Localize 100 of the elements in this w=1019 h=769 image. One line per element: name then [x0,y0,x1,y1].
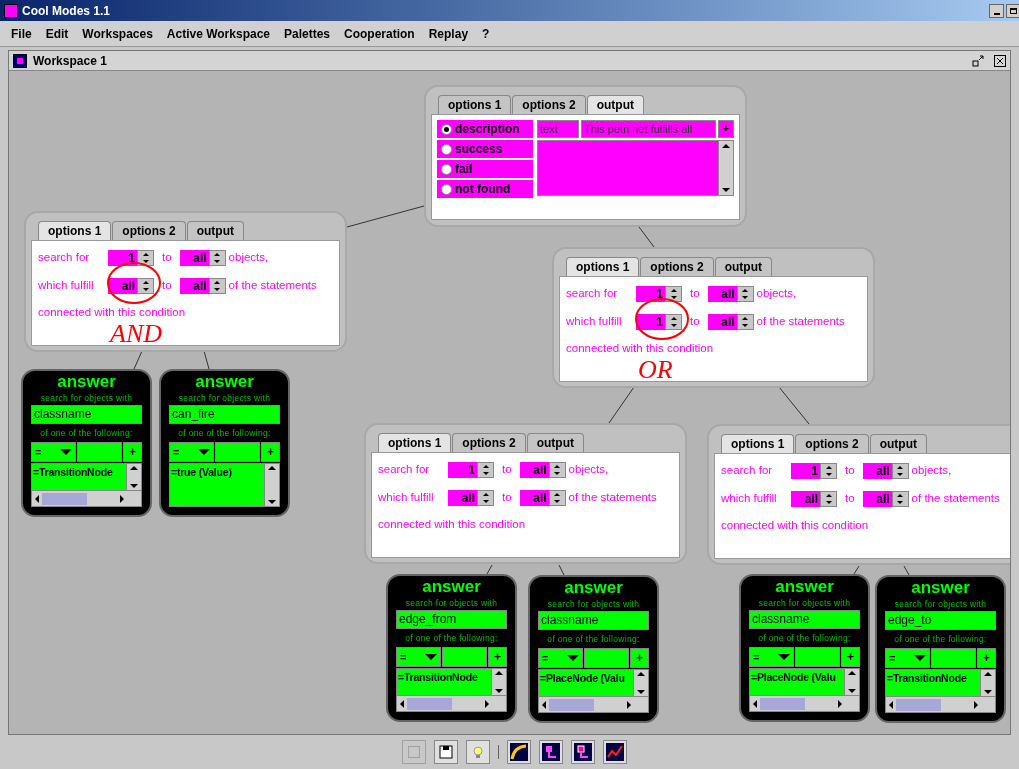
list-item[interactable]: =TransitionNode [886,670,980,687]
operator-dropdown[interactable]: = [169,442,214,462]
number-field[interactable]: 1 [108,250,137,266]
add-button[interactable]: + [123,442,142,462]
menu-item[interactable]: Palettes [284,24,331,43]
tab[interactable]: output [526,433,584,452]
tab[interactable]: options 1 [566,257,640,276]
graph-icon[interactable] [603,740,627,764]
menu-item[interactable]: ? [482,24,490,43]
number-field[interactable]: all [179,250,209,266]
operator-dropdown[interactable]: = [538,648,583,668]
vertical-scrollbar[interactable] [264,464,279,506]
radio-option[interactable]: not found [437,180,533,198]
vertical-scrollbar[interactable] [491,669,506,695]
type-field[interactable]: text [537,120,579,138]
operator-dropdown[interactable]: = [396,647,441,667]
number-field[interactable]: 1 [636,286,665,302]
tab[interactable]: options 2 [452,433,526,452]
number-field[interactable]: all [448,490,477,506]
menu-item[interactable]: Workspaces [82,24,153,43]
list-item[interactable]: =TransitionNode [397,669,491,686]
value-field[interactable] [215,442,260,462]
tab[interactable]: options 2 [640,257,714,276]
spinner-arrows-icon[interactable] [820,463,837,479]
tab[interactable]: options 2 [112,221,186,240]
description-field[interactable]: This petri net fulfills all [581,120,716,138]
tab[interactable]: options 2 [795,434,869,453]
value-field[interactable] [77,442,122,462]
add-button[interactable]: + [488,647,507,667]
value-field[interactable] [931,648,976,668]
number-field[interactable]: all [791,491,820,507]
restore-icon[interactable] [972,54,984,67]
number-field[interactable]: all [108,278,137,294]
attribute-field[interactable]: can_fire [169,405,280,424]
attribute-field[interactable]: edge_to [885,611,996,630]
vertical-scrollbar[interactable] [844,669,859,695]
tab[interactable]: output [586,95,644,114]
value-field[interactable] [584,648,629,668]
add-button[interactable]: + [718,120,734,138]
number-field[interactable]: 1 [791,463,820,479]
add-button[interactable]: + [630,648,649,668]
vertical-scrollbar[interactable] [718,141,733,195]
node-icon[interactable] [539,740,563,764]
menu-item[interactable]: Replay [428,24,469,43]
spinner-arrows-icon[interactable] [665,314,682,330]
horizontal-scrollbar[interactable] [397,695,506,711]
node-icon[interactable] [571,740,595,764]
list-item[interactable]: =PlaceNode (Valu [539,670,633,687]
list-item[interactable]: =true (Value) [170,464,264,481]
spinner-arrows-icon[interactable] [665,286,682,302]
horizontal-scrollbar[interactable] [886,696,995,712]
attribute-field[interactable]: classname [31,405,142,424]
vertical-scrollbar[interactable] [633,670,648,696]
attribute-field[interactable]: classname [749,610,860,629]
menu-item[interactable]: Edit [45,24,69,43]
value-field[interactable] [795,647,840,667]
tab[interactable]: options 1 [378,433,452,452]
number-field[interactable]: all [862,491,892,507]
spinner-arrows-icon[interactable] [820,491,837,507]
vertical-scrollbar[interactable] [126,464,141,490]
number-field[interactable]: all [707,286,737,302]
number-field[interactable]: all [707,314,737,330]
menu-item[interactable]: File [11,24,32,43]
menu-item[interactable]: Cooperation [344,24,415,43]
operator-dropdown[interactable]: = [749,647,794,667]
tab[interactable]: options 1 [721,434,795,453]
list-item[interactable]: =TransitionNode [32,464,126,481]
tab[interactable]: output [714,257,772,276]
list-item[interactable]: =PlaceNode (Valu [750,669,844,686]
maximize-icon[interactable] [1006,3,1019,18]
number-field[interactable]: all [862,463,892,479]
spinner-arrows-icon[interactable] [137,250,154,266]
number-field[interactable]: 1 [448,462,477,478]
lightbulb-icon[interactable] [466,740,490,764]
spinner-arrows-icon[interactable] [477,462,494,478]
spinner-arrows-icon[interactable] [477,490,494,506]
add-button[interactable]: + [841,647,860,667]
add-button[interactable]: + [261,442,280,462]
operator-dropdown[interactable]: = [885,648,930,668]
tab[interactable]: options 1 [38,221,112,240]
tab[interactable]: output [869,434,927,453]
close-icon[interactable] [994,54,1006,67]
number-field[interactable]: all [179,278,209,294]
number-field[interactable]: all [519,490,549,506]
value-field[interactable] [442,647,487,667]
add-button[interactable]: + [977,648,996,668]
tab[interactable]: options 2 [512,95,586,114]
spinner-arrows-icon[interactable] [137,278,154,294]
number-field[interactable]: 1 [636,314,665,330]
number-field[interactable]: all [519,462,549,478]
operator-dropdown[interactable]: = [31,442,76,462]
attribute-field[interactable]: edge_from [396,610,507,629]
curve-icon[interactable] [507,740,531,764]
attribute-field[interactable]: classname [538,611,649,630]
vertical-scrollbar[interactable] [980,670,995,696]
horizontal-scrollbar[interactable] [539,696,648,712]
save-icon[interactable] [434,740,458,764]
horizontal-scrollbar[interactable] [750,695,859,711]
menu-item[interactable]: Active Workspace [166,24,270,43]
radio-option[interactable]: description [437,120,533,138]
